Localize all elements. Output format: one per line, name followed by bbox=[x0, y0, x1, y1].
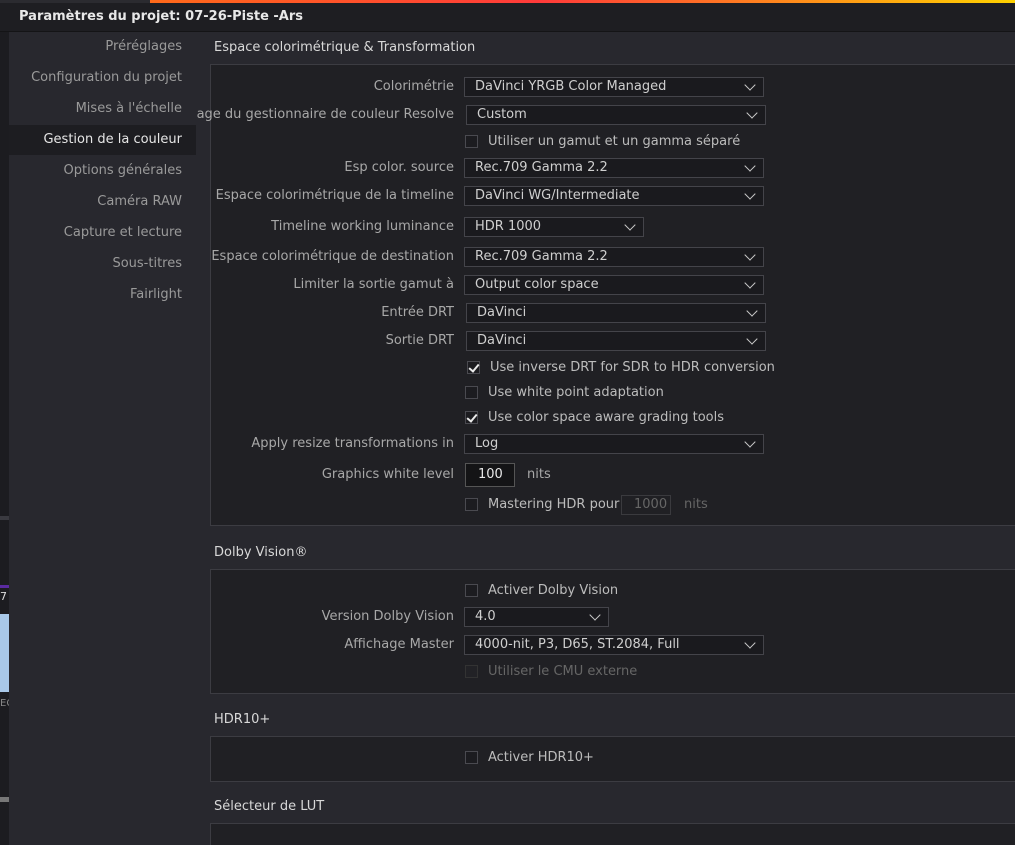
input-drt-dropdown[interactable]: DaVinci bbox=[466, 303, 766, 323]
color-space-panel: Colorimétrie DaVinci YRGB Color Managed … bbox=[197, 64, 1015, 526]
background-app-edge: 7 EC bbox=[0, 32, 14, 845]
sidebar-item-fairlight[interactable]: Fairlight bbox=[9, 280, 196, 310]
settings-main: Espace colorimétrique & Transformation C… bbox=[196, 32, 1015, 845]
limit-gamut-value: Output color space bbox=[475, 277, 599, 292]
title-prefix: Paramètres du projet: bbox=[19, 9, 181, 24]
limit-gamut-dropdown[interactable]: Output color space bbox=[464, 275, 764, 295]
dolby-version-dropdown[interactable]: 4.0 bbox=[464, 607, 609, 627]
working-luminance-value: HDR 1000 bbox=[475, 219, 542, 234]
external-cmu-label: Utiliser le CMU externe bbox=[488, 664, 638, 679]
chevron-down-icon bbox=[744, 249, 756, 261]
chevron-down-icon bbox=[624, 219, 636, 231]
hdr10-panel: Activer HDR10+ bbox=[210, 736, 1015, 782]
aware-tools-label: Use color space aware grading tools bbox=[488, 410, 725, 425]
graphics-white-unit: nits bbox=[527, 467, 551, 482]
title-bar: Paramètres du projet: 07-26-Piste -Ars bbox=[0, 3, 1015, 32]
chevron-down-icon bbox=[746, 107, 758, 119]
graphics-white-input[interactable]: 100 bbox=[465, 463, 515, 487]
mastering-hdr-unit: nits bbox=[684, 497, 708, 512]
mastering-hdr-label: Mastering HDR pour bbox=[488, 497, 620, 512]
timeline-space-dropdown[interactable]: DaVinci WG/Intermediate bbox=[464, 186, 764, 206]
timeline-space-value: DaVinci WG/Intermediate bbox=[475, 188, 640, 203]
output-drt-dropdown[interactable]: DaVinci bbox=[466, 331, 766, 351]
sidebar-item-capture-playback[interactable]: Capture et lecture bbox=[9, 218, 196, 248]
edge-thumbnail bbox=[0, 614, 9, 692]
sidebar-item-camera-raw[interactable]: Caméra RAW bbox=[9, 187, 196, 217]
settings-sidebar: Préréglages Configuration du projet Mise… bbox=[9, 32, 196, 845]
project-name: 07-26-Piste -Ars bbox=[185, 9, 304, 24]
dolby-enable-label: Activer Dolby Vision bbox=[488, 583, 619, 598]
chevron-down-icon bbox=[589, 609, 601, 621]
sidebar-item-subtitles[interactable]: Sous-titres bbox=[9, 249, 196, 279]
dolby-vision-panel: Activer Dolby Vision Version Dolby Visio… bbox=[210, 569, 1015, 694]
color-manager-value: Custom bbox=[477, 107, 527, 122]
chevron-down-icon bbox=[744, 79, 756, 91]
sidebar-item-project-config[interactable]: Configuration du projet bbox=[9, 63, 196, 93]
chevron-down-icon bbox=[744, 436, 756, 448]
hdr10-enable-checkbox[interactable] bbox=[465, 751, 478, 764]
destination-space-label: Espace colorimétrique de destination bbox=[211, 249, 454, 264]
white-point-checkbox[interactable] bbox=[465, 386, 478, 399]
lut-panel bbox=[210, 823, 1015, 845]
limit-gamut-label: Limiter la sortie gamut à bbox=[293, 277, 454, 292]
output-drt-value: DaVinci bbox=[477, 333, 527, 348]
edge-slider bbox=[0, 797, 9, 802]
resize-dropdown[interactable]: Log bbox=[464, 434, 764, 454]
source-space-dropdown[interactable]: Rec.709 Gamma 2.2 bbox=[464, 158, 764, 178]
edge-purple-bar bbox=[0, 585, 9, 588]
sidebar-item-scaling[interactable]: Mises à l'échelle bbox=[9, 94, 196, 124]
sidebar-item-color-management[interactable]: Gestion de la couleur bbox=[9, 125, 196, 155]
window-title: Paramètres du projet: 07-26-Piste -Ars bbox=[19, 9, 303, 24]
section-title-hdr10: HDR10+ bbox=[214, 712, 271, 727]
aware-tools-checkbox[interactable] bbox=[465, 411, 478, 424]
master-display-label: Affichage Master bbox=[344, 637, 454, 652]
master-display-value: 4000-nit, P3, D65, ST.2084, Full bbox=[475, 637, 680, 652]
graphics-white-label: Graphics white level bbox=[321, 467, 454, 482]
input-drt-label: Entrée DRT bbox=[381, 305, 454, 320]
source-space-label: Esp color. source bbox=[344, 160, 454, 175]
dolby-enable-checkbox[interactable] bbox=[465, 584, 478, 597]
mastering-hdr-checkbox[interactable] bbox=[465, 498, 478, 511]
colorimetry-dropdown[interactable]: DaVinci YRGB Color Managed bbox=[464, 77, 764, 97]
destination-space-value: Rec.709 Gamma 2.2 bbox=[475, 249, 608, 264]
dolby-version-value: 4.0 bbox=[475, 609, 496, 624]
chevron-down-icon bbox=[744, 188, 756, 200]
dolby-version-label: Version Dolby Vision bbox=[321, 609, 454, 624]
color-manager-label: age du gestionnaire de couleur Resolve bbox=[196, 107, 454, 122]
hdr10-enable-label: Activer HDR10+ bbox=[488, 750, 594, 765]
master-display-dropdown[interactable]: 4000-nit, P3, D65, ST.2084, Full bbox=[464, 635, 764, 655]
inverse-drt-label: Use inverse DRT for SDR to HDR conversio… bbox=[490, 360, 775, 375]
edge-bar bbox=[0, 516, 9, 520]
colorimetry-label: Colorimétrie bbox=[373, 79, 454, 94]
separate-gamut-label: Utiliser un gamut et un gamma séparé bbox=[488, 134, 741, 149]
sidebar-item-general-options[interactable]: Options générales bbox=[9, 156, 196, 186]
chevron-down-icon bbox=[746, 333, 758, 345]
source-space-value: Rec.709 Gamma 2.2 bbox=[475, 160, 608, 175]
chevron-down-icon bbox=[744, 160, 756, 172]
working-luminance-dropdown[interactable]: HDR 1000 bbox=[464, 217, 644, 237]
chevron-down-icon bbox=[744, 277, 756, 289]
edge-fragment-2: EC bbox=[0, 698, 14, 709]
mastering-hdr-input[interactable]: 1000 bbox=[621, 495, 671, 515]
inverse-drt-checkbox[interactable] bbox=[467, 361, 480, 374]
section-title-dolby-vision: Dolby Vision® bbox=[214, 545, 308, 560]
destination-space-dropdown[interactable]: Rec.709 Gamma 2.2 bbox=[464, 247, 764, 267]
edge-fragment-1: 7 bbox=[0, 590, 7, 603]
white-point-label: Use white point adaptation bbox=[488, 385, 664, 400]
input-drt-value: DaVinci bbox=[477, 305, 527, 320]
resize-label: Apply resize transformations in bbox=[251, 436, 454, 451]
timeline-space-label: Espace colorimétrique de la timeline bbox=[215, 188, 454, 203]
color-manager-dropdown[interactable]: Custom bbox=[466, 105, 766, 125]
colorimetry-value: DaVinci YRGB Color Managed bbox=[475, 79, 667, 94]
chevron-down-icon bbox=[744, 637, 756, 649]
working-luminance-label: Timeline working luminance bbox=[271, 219, 454, 234]
separate-gamut-checkbox[interactable] bbox=[465, 135, 478, 148]
chevron-down-icon bbox=[746, 305, 758, 317]
sidebar-item-presets[interactable]: Préréglages bbox=[9, 32, 196, 62]
resize-value: Log bbox=[475, 436, 499, 451]
section-title-color-space: Espace colorimétrique & Transformation bbox=[214, 40, 476, 55]
section-title-lut: Sélecteur de LUT bbox=[214, 799, 325, 814]
output-drt-label: Sortie DRT bbox=[385, 333, 454, 348]
external-cmu-checkbox[interactable] bbox=[465, 665, 478, 678]
